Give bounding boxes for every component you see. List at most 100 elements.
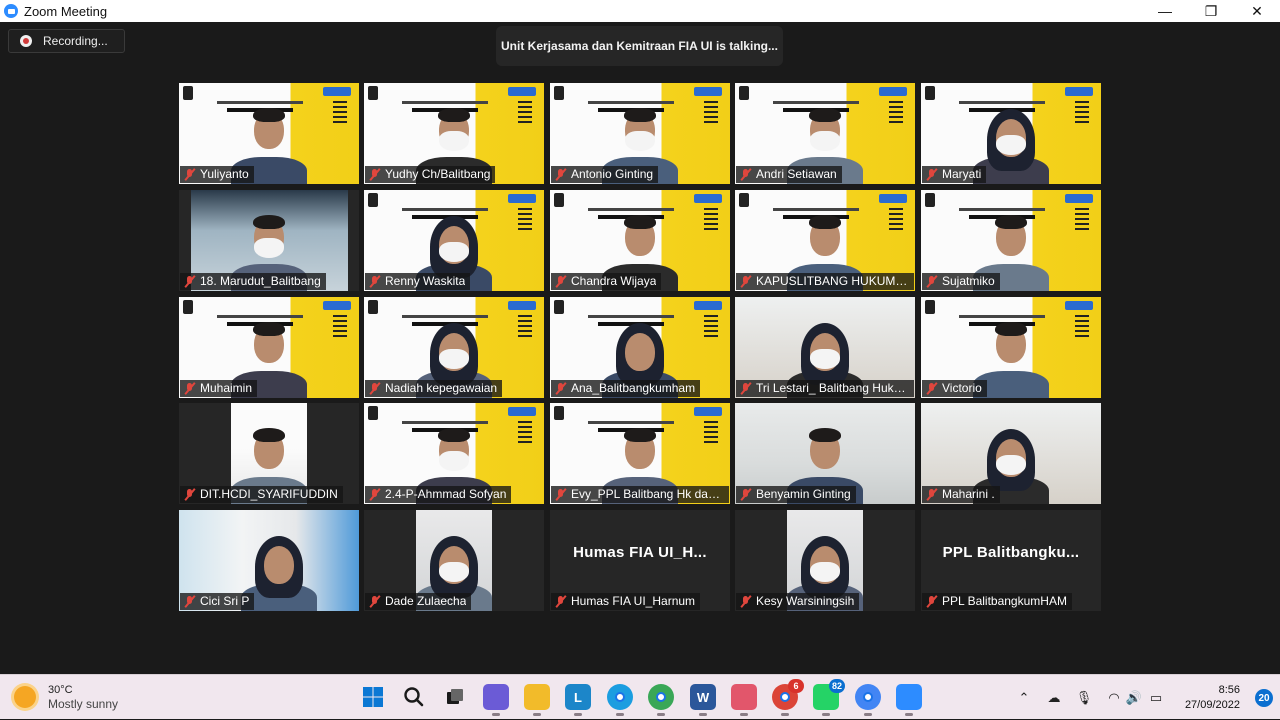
running-indicator: [492, 713, 500, 716]
participant-tile[interactable]: KAPUSLITBANG HUKUM- J...: [735, 190, 915, 291]
mic-muted-icon: [368, 595, 381, 608]
participant-name: Kesy Warsiningsih: [756, 594, 855, 608]
weather-temperature: 30°C: [48, 684, 73, 696]
running-indicator: [657, 713, 665, 716]
participant-name-label: Chandra Wijaya: [551, 273, 662, 290]
mic-muted-icon: [739, 488, 752, 501]
l-app-icon[interactable]: L: [565, 684, 591, 716]
participant-tile[interactable]: Yudhy Ch/Balitbang: [364, 83, 544, 184]
participant-tile[interactable]: Antonio Ginting: [550, 83, 730, 184]
active-speaker-text: Unit Kerjasama dan Kemitraan FIA UI is t…: [501, 39, 778, 53]
search-icon[interactable]: [401, 684, 427, 710]
edge-icon[interactable]: [607, 684, 633, 716]
active-speaker-banner: Unit Kerjasama dan Kemitraan FIA UI is t…: [496, 26, 783, 66]
participant-tile[interactable]: Nadiah kepegawaian: [364, 297, 544, 398]
participant-tile[interactable]: Maryati: [921, 83, 1101, 184]
participant-name: Sujatmiko: [942, 274, 995, 288]
windows-taskbar: 30°C Mostly sunny L W 6 82 ⌃ ☁ 🎙 ◠ 🔊 ▭ 8:56…: [0, 674, 1280, 719]
chrome-profile-icon[interactable]: [648, 684, 674, 716]
running-indicator: [574, 713, 582, 716]
windows-start-icon[interactable]: [360, 684, 386, 710]
participant-tile[interactable]: Andri Setiawan: [735, 83, 915, 184]
restore-button[interactable]: ❐: [1188, 0, 1234, 22]
participant-tile[interactable]: Maharini .: [921, 403, 1101, 504]
wifi-icon[interactable]: ◠: [1106, 690, 1122, 706]
mic-muted-icon: [739, 595, 752, 608]
participant-name-label: Antonio Ginting: [551, 166, 659, 183]
mic-muted-icon: [739, 382, 752, 395]
weather-widget[interactable]: 30°C Mostly sunny: [14, 683, 118, 711]
participant-name-label: Sujatmiko: [922, 273, 1000, 290]
chrome-alt-icon[interactable]: [855, 684, 881, 716]
participant-name-label: Andri Setiawan: [736, 166, 842, 183]
running-indicator: [905, 713, 913, 716]
participant-name-label: Humas FIA UI_Harnum: [551, 593, 701, 610]
participant-tile[interactable]: 18. Marudut_Balitbang: [179, 190, 359, 291]
chat-icon[interactable]: [483, 684, 509, 716]
microphone-icon[interactable]: 🎙: [1076, 690, 1093, 706]
mic-muted-icon: [183, 488, 196, 501]
window-title: Zoom Meeting: [24, 3, 108, 19]
chevron-up-icon[interactable]: ⌃: [1016, 690, 1032, 706]
close-button[interactable]: ✕: [1234, 0, 1280, 22]
participant-tile[interactable]: Evy_PPL Balitbang Hk dan ...: [550, 403, 730, 504]
participant-tile[interactable]: Ana_Balitbangkumham: [550, 297, 730, 398]
app-badge: 82: [828, 679, 845, 693]
mic-muted-icon: [554, 168, 567, 181]
participant-tile[interactable]: Dade Zulaecha: [364, 510, 544, 611]
cloud-icon[interactable]: ☁: [1046, 690, 1062, 706]
file-explorer-icon[interactable]: [524, 684, 550, 716]
chrome-icon[interactable]: 6: [772, 679, 804, 716]
participant-tile[interactable]: DIT.HCDI_SYARIFUDDIN: [179, 403, 359, 504]
participant-tile[interactable]: Tri Lestari_ Balitbang Huku...: [735, 297, 915, 398]
mic-muted-icon: [925, 382, 938, 395]
clock-time: 8:56: [1218, 684, 1240, 696]
clock[interactable]: 8:56 27/09/2022: [1185, 683, 1240, 713]
participant-tile[interactable]: Cici Sri P: [179, 510, 359, 611]
snipping-tool-icon[interactable]: [731, 684, 757, 716]
mic-muted-icon: [925, 595, 938, 608]
participant-tile[interactable]: Yuliyanto: [179, 83, 359, 184]
participant-name: Victorio: [942, 381, 982, 395]
app-glyph: W: [696, 689, 710, 705]
participant-name: 2.4-P-Ahmmad Sofyan: [385, 487, 507, 501]
participant-name: Cici Sri P: [200, 594, 250, 608]
recording-indicator[interactable]: Recording...: [8, 29, 125, 53]
whatsapp-icon[interactable]: 82: [813, 679, 845, 716]
participant-tile[interactable]: Muhaimin: [179, 297, 359, 398]
meeting-stage: Recording... Unit Kerjasama dan Kemitraa…: [0, 22, 1280, 674]
participant-tile[interactable]: Sujatmiko: [921, 190, 1101, 291]
participant-name: Ana_Balitbangkumham: [571, 381, 696, 395]
sun-icon: [14, 686, 36, 708]
mic-muted-icon: [925, 488, 938, 501]
participant-name: Chandra Wijaya: [571, 274, 657, 288]
mic-muted-icon: [183, 595, 196, 608]
battery-icon[interactable]: ▭: [1148, 690, 1164, 706]
participant-name-label: Renny Waskita: [365, 273, 471, 290]
participant-name-label: PPL BalitbangkumHAM: [922, 593, 1072, 610]
volume-icon[interactable]: 🔊: [1126, 690, 1142, 706]
participant-tile[interactable]: Humas FIA UI_H... Humas FIA UI_Harnum: [550, 510, 730, 611]
participant-tile[interactable]: PPL Balitbangku... PPL BalitbangkumHAM: [921, 510, 1101, 611]
participant-tile[interactable]: Victorio: [921, 297, 1101, 398]
participant-tile[interactable]: Benyamin Ginting: [735, 403, 915, 504]
participant-tile[interactable]: Kesy Warsiningsih: [735, 510, 915, 611]
minimize-button[interactable]: —: [1142, 0, 1188, 22]
participant-name-label: Yudhy Ch/Balitbang: [365, 166, 496, 183]
mic-muted-icon: [925, 168, 938, 181]
word-icon[interactable]: W: [690, 684, 716, 716]
mic-muted-icon: [739, 275, 752, 288]
participant-tile[interactable]: Chandra Wijaya: [550, 190, 730, 291]
running-indicator: [864, 713, 872, 716]
gallery-grid: Yuliyanto Yudhy Ch/Balitbang Antonio Ginti…: [179, 83, 1101, 612]
zoom-icon[interactable]: [896, 684, 922, 716]
participant-tile[interactable]: Renny Waskita: [364, 190, 544, 291]
mic-muted-icon: [554, 595, 567, 608]
task-view-icon[interactable]: [442, 684, 468, 710]
notification-badge[interactable]: 20: [1255, 689, 1273, 707]
mic-muted-icon: [368, 275, 381, 288]
participant-name-label: Maryati: [922, 166, 987, 183]
running-indicator: [699, 713, 707, 716]
participant-name-label: Benyamin Ginting: [736, 486, 856, 503]
participant-tile[interactable]: 2.4-P-Ahmmad Sofyan: [364, 403, 544, 504]
